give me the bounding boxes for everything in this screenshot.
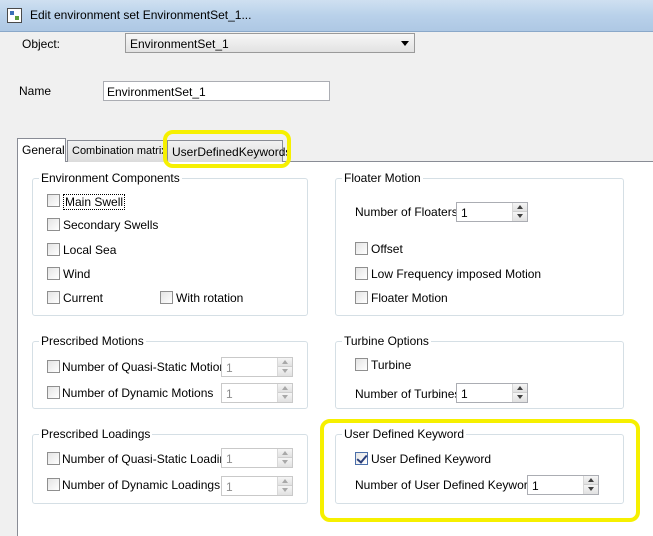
object-dropdown[interactable]: EnvironmentSet_1 bbox=[125, 33, 415, 53]
num-floaters-stepper[interactable]: 1 bbox=[456, 202, 528, 222]
num-turbines-stepper[interactable]: 1 bbox=[456, 383, 528, 403]
spin-down-icon[interactable] bbox=[278, 393, 292, 402]
spin-up-icon[interactable] bbox=[278, 358, 292, 367]
tab-general[interactable]: General bbox=[17, 138, 66, 162]
tab-combination-matrix-label: Combination matrix bbox=[72, 145, 167, 157]
dynamic-motions-checkbox[interactable] bbox=[47, 386, 60, 399]
user-defined-keyword-label: User Defined Keyword bbox=[371, 452, 492, 466]
dynamic-loadings-stepper[interactable]: 1 bbox=[221, 476, 293, 496]
current-checkbox[interactable] bbox=[47, 291, 60, 304]
prescribed-loadings-title: Prescribed Loadings bbox=[39, 427, 153, 441]
dynamic-motions-stepper[interactable]: 1 bbox=[221, 383, 293, 403]
floater-motion-label: Floater Motion bbox=[371, 291, 448, 305]
tab-user-defined-keywords[interactable]: UserDefinedKeywords bbox=[167, 140, 291, 162]
main-swell-checkbox[interactable] bbox=[47, 194, 60, 207]
spin-down-icon[interactable] bbox=[278, 458, 292, 467]
quasi-static-motions-value: 1 bbox=[226, 361, 233, 375]
spin-up-icon[interactable] bbox=[513, 203, 527, 212]
num-user-defined-keywords-stepper[interactable]: 1 bbox=[527, 475, 599, 495]
current-label: Current bbox=[63, 291, 104, 305]
wind-checkbox[interactable] bbox=[47, 267, 60, 280]
num-floaters-label: Number of Floaters bbox=[355, 205, 458, 219]
num-turbines-label: Number of Turbines bbox=[355, 387, 461, 401]
low-frequency-motion-checkbox[interactable] bbox=[355, 267, 368, 280]
environment-components-title: Environment Components bbox=[39, 171, 182, 185]
num-turbines-value: 1 bbox=[461, 387, 468, 401]
turbine-label: Turbine bbox=[371, 358, 412, 372]
dynamic-motions-value: 1 bbox=[226, 387, 233, 401]
secondary-swells-checkbox[interactable] bbox=[47, 218, 60, 231]
prescribed-motions-title: Prescribed Motions bbox=[39, 334, 146, 348]
window-title: Edit environment set EnvironmentSet_1... bbox=[30, 8, 252, 22]
quasi-static-loadings-checkbox[interactable] bbox=[47, 452, 60, 465]
secondary-swells-label: Secondary Swells bbox=[63, 218, 159, 232]
name-input-value: EnvironmentSet_1 bbox=[107, 85, 206, 99]
wind-label: Wind bbox=[63, 267, 91, 281]
user-defined-keyword-checkbox[interactable] bbox=[355, 452, 368, 465]
object-label: Object: bbox=[22, 37, 61, 51]
user-defined-keyword-title: User Defined Keyword bbox=[342, 427, 467, 441]
local-sea-checkbox[interactable] bbox=[47, 243, 60, 256]
num-user-defined-keywords-value: 1 bbox=[532, 479, 539, 493]
local-sea-label: Local Sea bbox=[63, 243, 117, 257]
num-user-defined-keywords-label: Number of User Defined Keywords bbox=[355, 478, 541, 492]
quasi-static-motions-label: Number of Quasi-Static Motions bbox=[62, 360, 233, 374]
quasi-static-loadings-value: 1 bbox=[226, 452, 233, 466]
dynamic-loadings-label: Number of Dynamic Loadings bbox=[62, 478, 221, 492]
spin-up-icon[interactable] bbox=[584, 476, 598, 485]
spin-up-icon[interactable] bbox=[278, 477, 292, 486]
tab-general-label: General bbox=[22, 143, 65, 157]
app-icon bbox=[7, 8, 22, 23]
name-input[interactable]: EnvironmentSet_1 bbox=[103, 81, 330, 101]
tab-user-defined-keywords-label: UserDefinedKeywords bbox=[172, 145, 292, 159]
spin-down-icon[interactable] bbox=[278, 367, 292, 376]
spin-down-icon[interactable] bbox=[278, 486, 292, 495]
dynamic-motions-label: Number of Dynamic Motions bbox=[62, 386, 214, 400]
quasi-static-loadings-stepper[interactable]: 1 bbox=[221, 448, 293, 468]
spin-down-icon[interactable] bbox=[513, 393, 527, 402]
with-rotation-label: With rotation bbox=[176, 291, 244, 305]
spin-up-icon[interactable] bbox=[278, 449, 292, 458]
quasi-static-loadings-label: Number of Quasi-Static Loadings bbox=[62, 452, 239, 466]
with-rotation-checkbox[interactable] bbox=[160, 291, 173, 304]
dynamic-loadings-value: 1 bbox=[226, 480, 233, 494]
spin-up-icon[interactable] bbox=[513, 384, 527, 393]
quasi-static-motions-stepper[interactable]: 1 bbox=[221, 357, 293, 377]
floater-motion-title: Floater Motion bbox=[342, 171, 423, 185]
chevron-down-icon bbox=[401, 41, 409, 46]
spin-down-icon[interactable] bbox=[584, 485, 598, 494]
quasi-static-motions-checkbox[interactable] bbox=[47, 360, 60, 373]
floater-motion-checkbox[interactable] bbox=[355, 291, 368, 304]
low-frequency-motion-label: Low Frequency imposed Motion bbox=[371, 267, 542, 281]
turbine-checkbox[interactable] bbox=[355, 358, 368, 371]
title-bar[interactable]: Edit environment set EnvironmentSet_1... bbox=[0, 0, 653, 32]
offset-checkbox[interactable] bbox=[355, 242, 368, 255]
name-label: Name bbox=[19, 84, 52, 98]
main-swell-label: Main Swell bbox=[63, 194, 126, 210]
turbine-options-title: Turbine Options bbox=[342, 334, 431, 348]
spin-down-icon[interactable] bbox=[513, 212, 527, 221]
tab-combination-matrix[interactable]: Combination matrix bbox=[67, 140, 167, 162]
num-floaters-value: 1 bbox=[461, 206, 468, 220]
spin-up-icon[interactable] bbox=[278, 384, 292, 393]
object-dropdown-value: EnvironmentSet_1 bbox=[130, 37, 229, 51]
dynamic-loadings-checkbox[interactable] bbox=[47, 478, 60, 491]
offset-label: Offset bbox=[371, 242, 403, 256]
